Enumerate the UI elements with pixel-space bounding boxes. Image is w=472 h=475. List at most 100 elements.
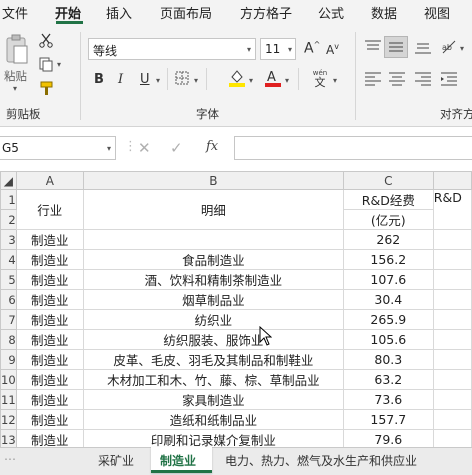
italic-button[interactable]: I — [118, 72, 123, 87]
cell-detail[interactable]: 酒、饮料和精制茶制造业 — [82, 269, 344, 290]
align-right-icon[interactable] — [414, 72, 432, 86]
cell-detail[interactable] — [82, 229, 344, 250]
cell-d[interactable] — [432, 429, 472, 447]
borders-icon[interactable] — [174, 70, 190, 86]
cell-industry[interactable]: 制造业 — [15, 309, 84, 330]
cell-rd-expense[interactable]: 262 — [342, 229, 434, 250]
row-header[interactable]: 1 — [0, 189, 17, 210]
paste-dropdown-icon[interactable]: ▾ — [13, 84, 17, 93]
orientation-dropdown-icon[interactable]: ▾ — [460, 44, 464, 53]
cell-detail[interactable]: 造纸和纸制品业 — [82, 409, 344, 430]
cell-industry[interactable]: 制造业 — [15, 389, 84, 410]
borders-dropdown-icon[interactable]: ▾ — [194, 76, 198, 85]
underline-dropdown-icon[interactable]: ▾ — [156, 76, 160, 85]
paste-label[interactable]: 粘贴 — [4, 68, 27, 84]
tab-view[interactable]: 视图 — [424, 3, 450, 22]
cell-rd-expense[interactable]: 107.6 — [342, 269, 434, 290]
tab-file[interactable]: 文件 — [2, 3, 28, 22]
font-name-dropdown-icon[interactable]: ▾ — [247, 45, 251, 54]
cell-industry[interactable]: 制造业 — [15, 249, 84, 270]
enter-icon[interactable]: ✓ — [170, 139, 183, 157]
cell-d[interactable] — [432, 349, 472, 370]
cell-detail[interactable]: 纺织业 — [82, 309, 344, 330]
cell-d[interactable] — [432, 389, 472, 410]
cell-d[interactable] — [432, 369, 472, 390]
bold-button[interactable]: B — [94, 72, 104, 87]
underline-button[interactable]: U — [140, 72, 150, 87]
cell-industry[interactable]: 制造业 — [15, 269, 84, 290]
tab-fangfang-gezi[interactable]: 方方格子 — [240, 3, 292, 22]
cell-industry[interactable]: 制造业 — [15, 329, 84, 350]
cell-detail[interactable]: 烟草制品业 — [82, 289, 344, 310]
column-header-a[interactable]: A — [15, 171, 84, 190]
cell-industry[interactable]: 制造业 — [15, 289, 84, 310]
cell-detail[interactable]: 木材加工和木、竹、藤、棕、草制品业 — [82, 369, 344, 390]
font-color-dropdown-icon[interactable]: ▾ — [285, 76, 289, 85]
sheet-tab-mining[interactable]: 采矿业 — [98, 452, 134, 469]
align-center-icon[interactable] — [388, 72, 406, 86]
orientation-icon[interactable]: ab — [440, 38, 458, 56]
select-all-corner[interactable]: ◢ — [0, 171, 17, 190]
scroll-sheets-icon[interactable]: ⋯ — [4, 452, 16, 466]
align-middle-button[interactable] — [384, 36, 408, 58]
cut-icon[interactable] — [38, 32, 54, 48]
cell-a1[interactable]: 行业 — [15, 189, 84, 230]
cell-d[interactable] — [432, 329, 472, 350]
tab-page-layout[interactable]: 页面布局 — [160, 3, 212, 22]
cell-c1[interactable]: R&D经费 — [342, 189, 434, 210]
row-header[interactable]: 13 — [0, 429, 17, 447]
row-header[interactable]: 2 — [0, 209, 17, 230]
cell-rd-expense[interactable]: 63.2 — [342, 369, 434, 390]
font-size-dropdown-icon[interactable]: ▾ — [288, 45, 292, 54]
formula-input[interactable] — [234, 136, 472, 160]
column-header-d[interactable] — [432, 171, 472, 190]
cell-detail[interactable]: 食品制造业 — [82, 249, 344, 270]
align-left-icon[interactable] — [364, 72, 382, 86]
row-header[interactable]: 10 — [0, 369, 17, 390]
cell-rd-expense[interactable]: 73.6 — [342, 389, 434, 410]
cell-d[interactable] — [432, 309, 472, 330]
cell-rd-expense[interactable]: 30.4 — [342, 289, 434, 310]
sheet-tab-manufacturing[interactable]: 制造业 — [151, 447, 212, 473]
cell-detail[interactable]: 皮革、毛皮、羽毛及其制品和制鞋业 — [82, 349, 344, 370]
cell-d[interactable] — [432, 249, 472, 270]
paste-button[interactable] — [4, 34, 30, 66]
cell-d[interactable] — [432, 289, 472, 310]
align-top-icon[interactable] — [364, 40, 382, 54]
font-name-box[interactable]: 等线 ▾ — [88, 38, 256, 60]
fill-color-icon[interactable] — [228, 68, 246, 88]
align-bottom-icon[interactable] — [414, 40, 432, 54]
cell-d1[interactable]: R&D — [432, 189, 472, 230]
cell-d[interactable] — [432, 229, 472, 250]
cell-industry[interactable]: 制造业 — [15, 369, 84, 390]
cell-rd-expense[interactable]: 80.3 — [342, 349, 434, 370]
cell-detail[interactable]: 印刷和记录媒介复制业 — [82, 429, 344, 447]
row-header[interactable]: 4 — [0, 249, 17, 270]
name-box-dropdown-icon[interactable]: ▾ — [107, 144, 111, 153]
increase-font-size-button[interactable]: A^ — [304, 40, 320, 57]
column-header-c[interactable]: C — [342, 171, 434, 190]
row-header[interactable]: 7 — [0, 309, 17, 330]
cell-industry[interactable]: 制造业 — [15, 229, 84, 250]
cell-b1[interactable]: 明细 — [82, 189, 344, 230]
cell-detail[interactable]: 家具制造业 — [82, 389, 344, 410]
cell-rd-expense[interactable]: 157.7 — [342, 409, 434, 430]
cell-industry[interactable]: 制造业 — [15, 349, 84, 370]
cancel-icon[interactable]: ✕ — [138, 139, 151, 157]
cell-rd-expense[interactable]: 156.2 — [342, 249, 434, 270]
phonetic-dropdown-icon[interactable]: ▾ — [333, 76, 337, 85]
sheet-tab-utilities[interactable]: 电力、热力、燃气及水生产和供应业 — [225, 452, 417, 469]
phonetic-guide-button[interactable]: wén 文 — [311, 68, 329, 88]
indent-icon[interactable] — [440, 72, 458, 86]
row-header[interactable]: 5 — [0, 269, 17, 290]
cell-rd-expense[interactable]: 265.9 — [342, 309, 434, 330]
cell-rd-expense[interactable]: 79.6 — [342, 429, 434, 447]
tab-formulas[interactable]: 公式 — [318, 3, 344, 22]
cell-d[interactable] — [432, 269, 472, 290]
font-color-icon[interactable]: A — [264, 68, 282, 88]
cell-detail[interactable]: 纺织服装、服饰业 — [82, 329, 344, 350]
row-header[interactable]: 12 — [0, 409, 17, 430]
cell-rd-expense[interactable]: 105.6 — [342, 329, 434, 350]
tab-insert[interactable]: 插入 — [106, 3, 132, 22]
insert-function-button[interactable]: fx — [206, 139, 218, 154]
